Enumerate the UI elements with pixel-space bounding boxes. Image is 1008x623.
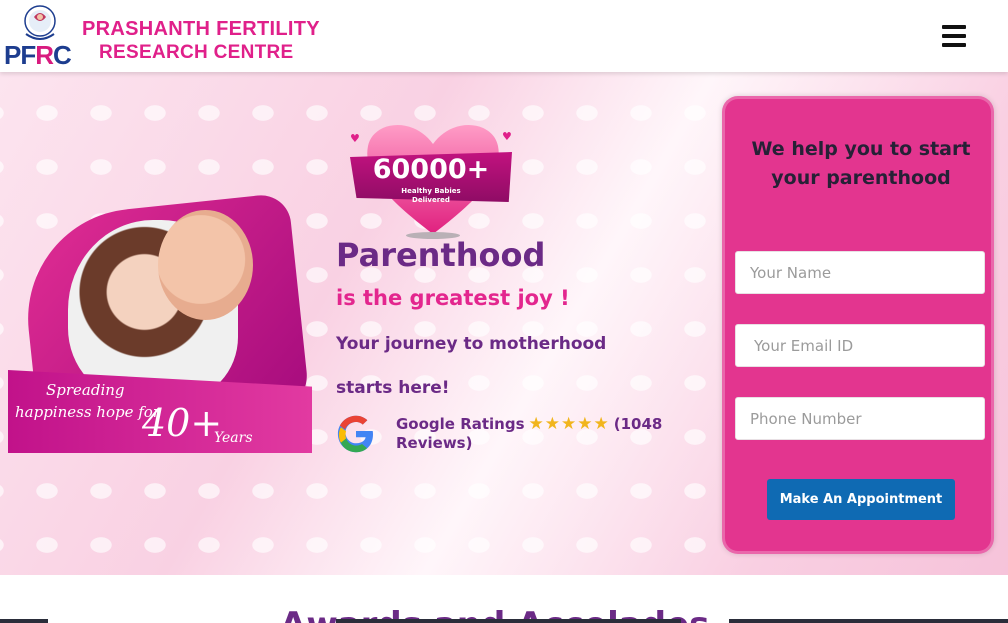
- appointment-form: We help you to start your parenthood Mak…: [722, 96, 994, 554]
- heart-sparkle-icon: ♥: [502, 130, 512, 143]
- years-label: Years: [214, 430, 253, 446]
- hero-section: Spreading happiness hope for 40+ Years ♥…: [0, 72, 1008, 575]
- ratings-count: (1048: [613, 415, 663, 433]
- ratings-label: Google Ratings: [396, 415, 525, 433]
- brand-name-line1: PRASHANTH FERTILITY: [82, 18, 320, 40]
- google-icon: [337, 415, 373, 453]
- hero-title: Parenthood: [336, 236, 546, 274]
- years-number: 40+: [142, 401, 223, 445]
- babies-delivered-badge: ♥ ♥ 60000+ Healthy Babies Delivered: [348, 116, 514, 240]
- form-heading: We help you to start your parenthood: [751, 138, 971, 189]
- brand-name-line2: RESEARCH CENTRE: [99, 42, 294, 63]
- ratings-count-suffix: Reviews): [396, 434, 473, 452]
- make-appointment-button[interactable]: Make An Appointment: [767, 479, 955, 520]
- site-header: PFRC PRASHANTH FERTILITY RESEARCH CENTRE: [0, 0, 1008, 72]
- name-input[interactable]: [735, 251, 985, 294]
- badge-number: 60000+: [372, 154, 490, 185]
- photo-tagline-1: Spreading: [46, 381, 125, 399]
- hero-subtitle: is the greatest joy !: [336, 286, 570, 310]
- carousel-strip: [729, 619, 1008, 623]
- photo-tagline-2: happiness hope for: [15, 403, 160, 421]
- below-fold-section: Awards and Accolades: [0, 575, 1008, 623]
- phone-input[interactable]: [735, 397, 985, 440]
- email-input[interactable]: [735, 324, 985, 367]
- star-rating-icon: ★★★★★: [528, 414, 610, 434]
- hamburger-icon[interactable]: [942, 25, 966, 47]
- hero-tagline-line2: starts here!: [336, 378, 450, 398]
- google-ratings[interactable]: Google Ratings ★★★★★ (1048: [396, 414, 662, 434]
- hero-tagline-line1: Your journey to motherhood: [336, 334, 607, 354]
- baby-figure: [158, 210, 253, 320]
- site-logo[interactable]: PFRC PRASHANTH FERTILITY RESEARCH CENTRE: [4, 4, 320, 70]
- carousel-strip: [336, 619, 681, 623]
- mother-baby-photo: Spreading happiness hope for 40+ Years: [8, 192, 312, 453]
- heart-sparkle-icon: ♥: [350, 132, 360, 145]
- logo-letters: PFRC: [4, 40, 72, 70]
- carousel-strip: [0, 619, 48, 623]
- badge-caption: Healthy Babies Delivered: [401, 187, 461, 204]
